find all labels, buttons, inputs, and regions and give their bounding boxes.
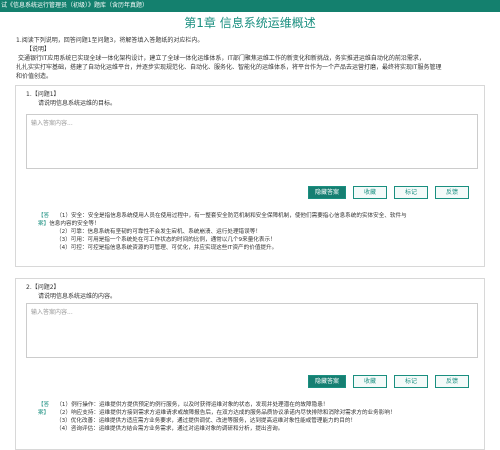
answer-tag: 案】 xyxy=(38,410,50,416)
answer-line: （1）安全：安全是指信息系统使用人员在使用过程中，有一整套安全防范机制和安全保障… xyxy=(56,213,407,219)
answer-tag: 案】 xyxy=(38,221,50,227)
question-card-1: 1.【问题1】 请说明信息系统运维的目标。 隐藏答案 收藏 标记 反馈 【答 （… xyxy=(15,85,485,267)
favorite-button[interactable]: 收藏 xyxy=(353,375,387,388)
question-card-2: 2.【问题2】 请说明信息系统运维的内容。 隐藏答案 收藏 标记 反馈 【答 （… xyxy=(15,278,485,450)
answer-tag: 【答 xyxy=(38,213,50,219)
app-title: 试《信息系统运行管理员（初级）》题库（含历年真题） xyxy=(1,2,149,9)
answer-line: （3）可用：可用是指一个系统处在可工作状态的时间的比例，通常以几个9来量化表示！ xyxy=(56,237,276,243)
answer-input[interactable] xyxy=(26,303,478,358)
question-intro: 1.阅读下列说明，回答问题1至问题3，将解答填入答题纸的对应栏内。 【说明】 交… xyxy=(16,36,490,81)
hide-answer-button[interactable]: 隐藏答案 xyxy=(308,375,346,388)
answer-input[interactable] xyxy=(26,114,478,169)
mark-button[interactable]: 标记 xyxy=(394,186,428,199)
instruction-text: 1.阅读下列说明，回答问题1至问题3，将解答填入答题纸的对应栏内。 xyxy=(16,37,204,44)
question-title: 1.【问题1】 xyxy=(26,91,60,98)
app-title-bar: 试《信息系统运行管理员（初级）》题库（含历年真题） xyxy=(0,0,500,12)
hide-answer-button[interactable]: 隐藏答案 xyxy=(308,186,346,199)
answer-line: （4）咨询评估：运维提供方结合需方业务需求，通过对运维对象的调研和分析，提出咨询… xyxy=(56,426,284,432)
answer-line: （2）响应支持：运维提供方接到需求方运维请求或故障报告后，在双方达成的服务品质协… xyxy=(56,410,396,416)
mark-button[interactable]: 标记 xyxy=(394,375,428,388)
answer-tag: 【答 xyxy=(38,402,50,408)
answer-line: （2）可靠：信息系统有坚韧的可靠性不会发生宕机、系统崩溃、运行处理错误等！ xyxy=(56,229,261,235)
description-heading: 【说明】 xyxy=(26,46,51,53)
feedback-button[interactable]: 反馈 xyxy=(435,375,469,388)
description-line: 交通银行IT应用系统已实现全球一体化架构设计，建立了全球一体化运维体系，IT部门… xyxy=(18,55,425,62)
page-title: 第1章 信息系统运维概述 xyxy=(184,16,316,30)
answer-line: 信息内容的安全等！ xyxy=(49,221,100,227)
question-prompt: 请说明信息系统运维的目标。 xyxy=(38,100,117,107)
favorite-button[interactable]: 收藏 xyxy=(353,186,387,199)
description-line: 和价值创造。 xyxy=(16,73,53,80)
question-prompt: 请说明信息系统运维的内容。 xyxy=(38,293,117,300)
reference-answer: 【答 （1）安全：安全是指信息系统使用人员在使用过程中，有一整套安全防范机制和安… xyxy=(38,212,478,252)
question-title: 2.【问题2】 xyxy=(26,284,60,291)
action-buttons: 隐藏答案 收藏 标记 反馈 xyxy=(308,186,469,199)
answer-line: （3）优化改善：运维提供方适应需方业务要求，通过提供调优、改进等服务，达到提高运… xyxy=(56,418,357,424)
answer-line: （4）可控：可控是指信息系统资源的可管理、可优化，并应实现这些IT资产的价值提升… xyxy=(56,245,278,251)
description-line: 扎扎实实打牢基础，搭建了自动化运维平台，并逐步实现规范化、自动化、服务化、智能化… xyxy=(16,64,442,71)
reference-answer: 【答 （1）例行操作：运维提供方提供预定的例行服务，以及时获得运维对象的状态，发… xyxy=(38,401,478,433)
feedback-button[interactable]: 反馈 xyxy=(435,186,469,199)
answer-line: （1）例行操作：运维提供方提供预定的例行服务，以及时获得运维对象的状态，发现并处… xyxy=(56,402,329,408)
action-buttons: 隐藏答案 收藏 标记 反馈 xyxy=(308,375,469,388)
